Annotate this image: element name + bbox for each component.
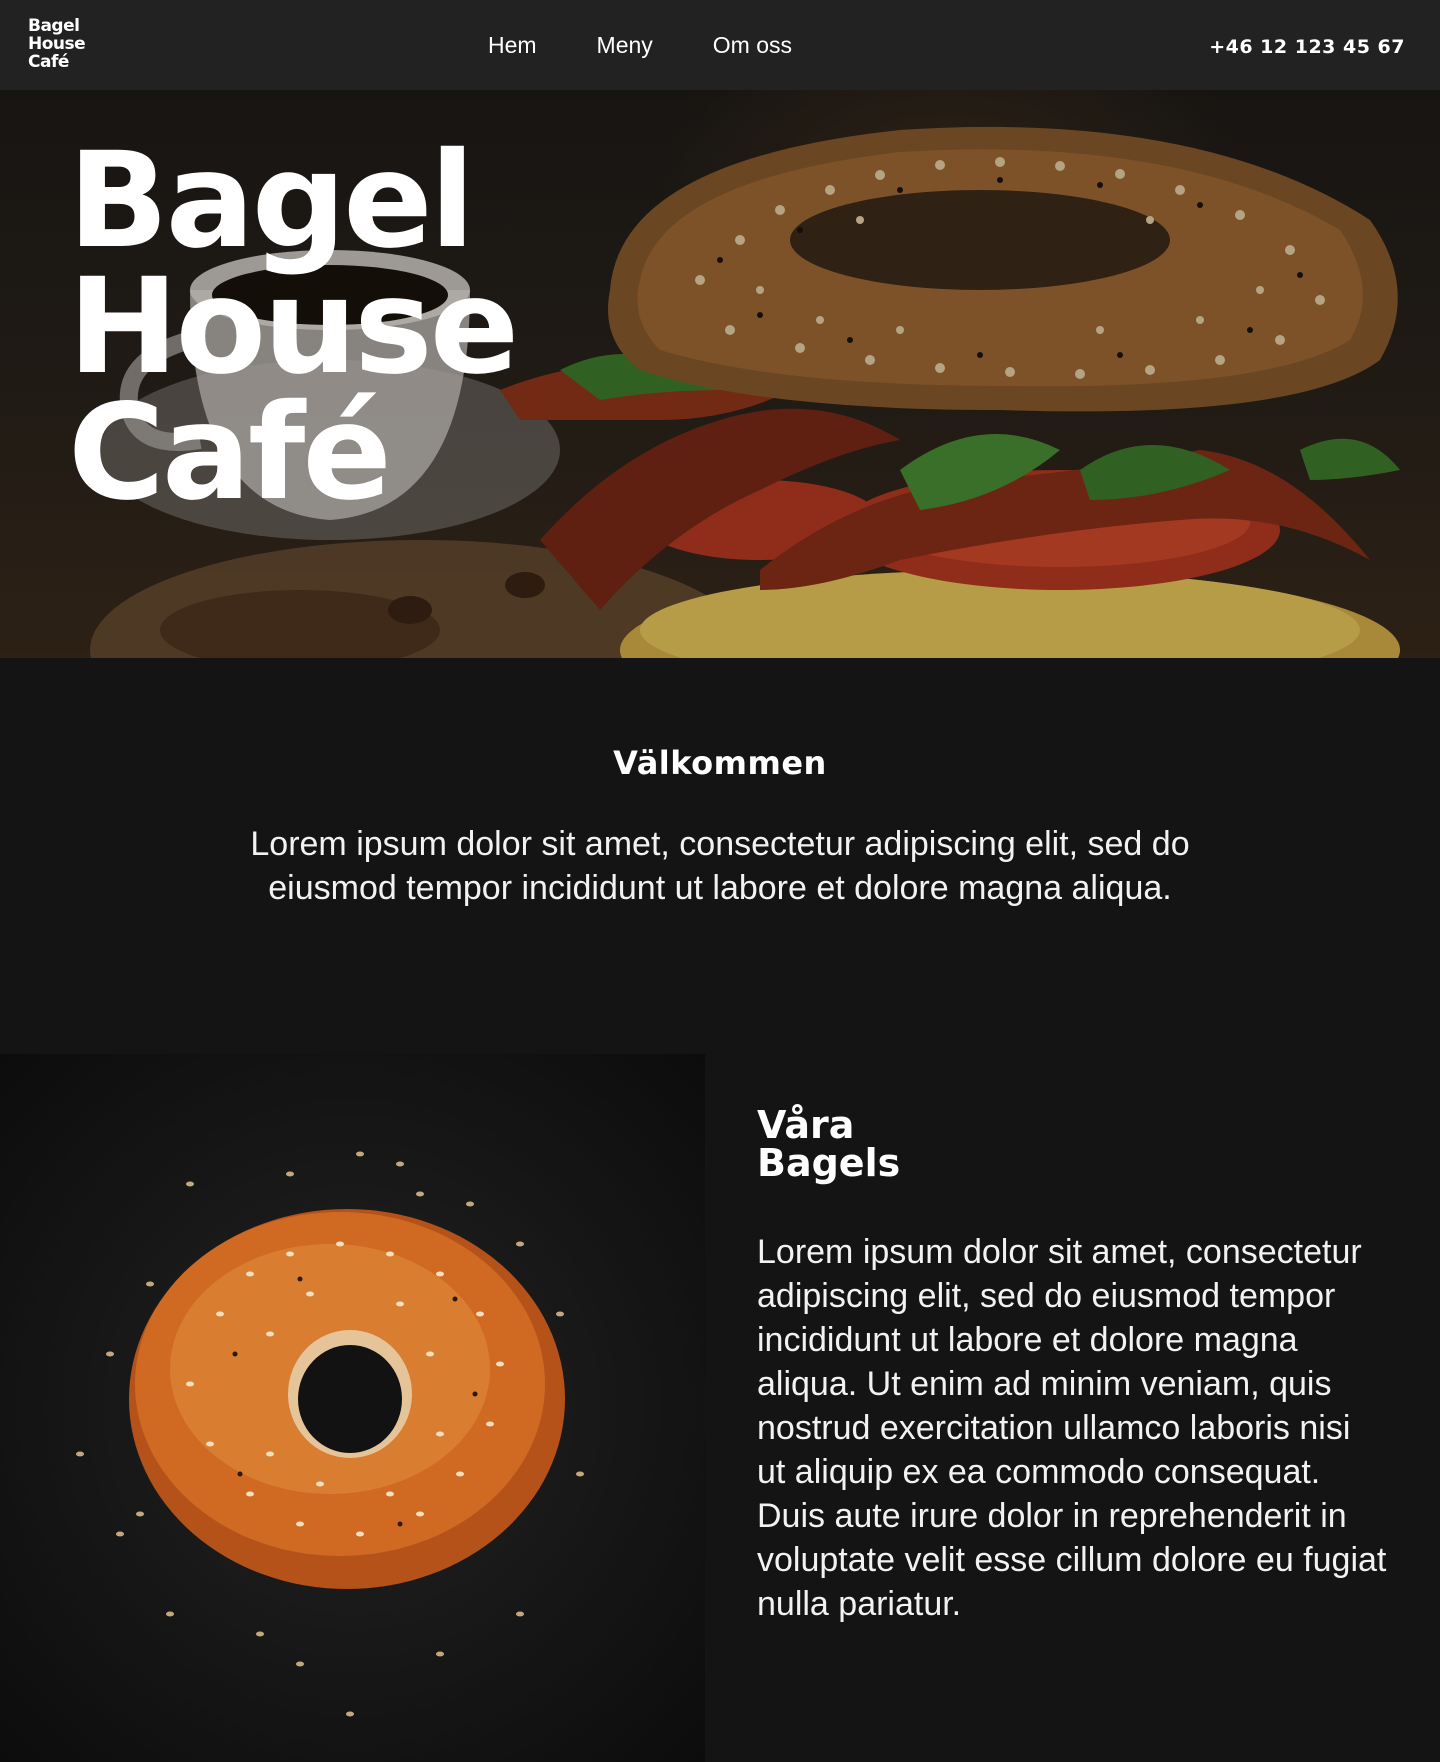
bagels-heading: Våra Bagels — [757, 1106, 900, 1182]
bagels-heading-line: Bagels — [757, 1141, 901, 1185]
bagels-text: Lorem ipsum dolor sit amet, consectetur … — [757, 1233, 1387, 1623]
welcome-heading: Välkommen — [613, 744, 827, 782]
logo-line: Café — [28, 52, 69, 72]
site-logo[interactable]: Bagel House Café — [28, 17, 108, 71]
bagel-photo — [0, 1054, 705, 1762]
welcome-text: Lorem ipsum dolor sit amet, consectetur … — [250, 825, 1190, 907]
hero-section: Bagel House Café — [0, 90, 1440, 658]
top-navbar: Bagel House Café Hem Meny Om oss +46 12 … — [0, 0, 1440, 90]
logo-line: Bagel — [28, 16, 80, 36]
hero-title-line: House — [68, 250, 519, 404]
bagels-section: Våra Bagels Lorem ipsum dolor sit amet, … — [0, 1054, 1440, 1762]
welcome-section: Välkommen Lorem ipsum dolor sit amet, co… — [0, 658, 1440, 1054]
hero-title-line: Café — [68, 376, 392, 530]
bagels-heading-line: Våra — [757, 1103, 855, 1147]
plain-bagel-image — [76, 1151, 584, 1717]
phone-number-link[interactable]: +46 12 123 45 67 — [1209, 36, 1405, 58]
hero-title-line: Bagel — [68, 124, 475, 278]
nav-link-om-oss[interactable]: Om oss — [713, 32, 792, 59]
nav-link-hem[interactable]: Hem — [488, 32, 537, 59]
nav-link-meny[interactable]: Meny — [597, 32, 653, 59]
hero-title: Bagel House Café — [68, 124, 519, 530]
logo-line: House — [28, 34, 86, 54]
